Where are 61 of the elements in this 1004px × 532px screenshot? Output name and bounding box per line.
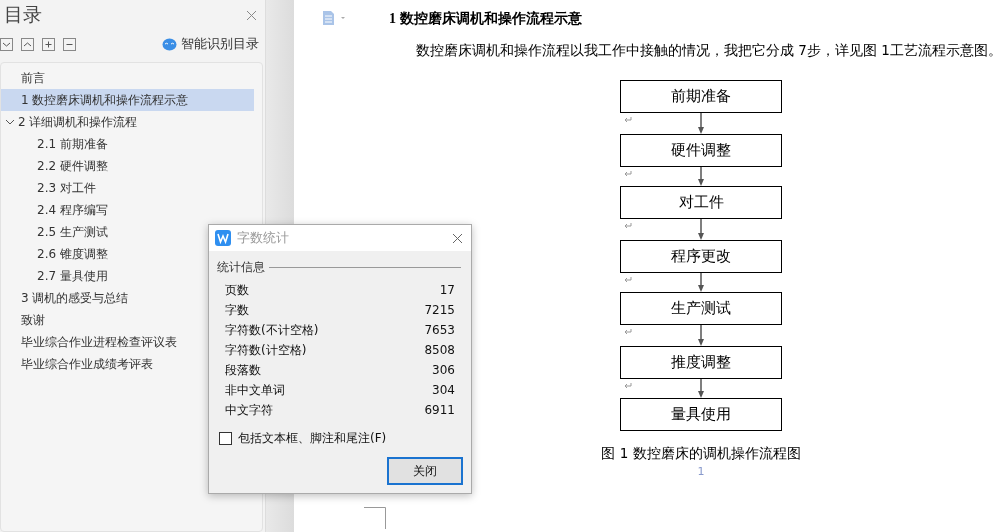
panel-title: 目录 (4, 2, 42, 27)
section-heading: 1 数控磨床调机和操作流程示意 (389, 10, 582, 28)
stat-value: 8508 (424, 343, 455, 357)
stat-label: 字数 (225, 301, 249, 319)
smart-outline-button[interactable]: 智能识别目录 (162, 35, 259, 53)
outline-item[interactable]: 2.4 程序编写 (1, 199, 254, 221)
close-icon[interactable] (246, 9, 257, 21)
checkbox-label: 包括文本框、脚注和尾注(F) (238, 430, 387, 447)
body-paragraph: 数控磨床调机和操作流程以我工作中接触的情况，我把它分成 7步，详见图 1工艺流程示意图。 (416, 42, 1002, 60)
stat-value: 7215 (424, 303, 455, 317)
flow-step: 生产测试 (620, 292, 782, 325)
flow-step: 硬件调整 (620, 134, 782, 167)
arrow-icon (697, 113, 705, 134)
close-icon[interactable] (452, 232, 463, 244)
minus-icon[interactable] (63, 37, 76, 51)
stat-value: 17 (439, 283, 455, 297)
stat-value: 304 (432, 383, 455, 397)
paragraph-mark-icon (624, 171, 632, 177)
section-label: 统计信息 (217, 259, 265, 276)
paragraph-mark-icon (624, 277, 632, 283)
app-logo-icon (215, 230, 231, 246)
collapse-icon[interactable] (0, 37, 13, 51)
stat-label: 字符数(不计空格) (225, 321, 319, 339)
outline-item[interactable]: 2.2 硬件调整 (1, 155, 254, 177)
chevron-icon[interactable] (5, 117, 15, 127)
stat-label: 中文字符 (225, 401, 273, 419)
flow-step: 前期准备 (620, 80, 782, 113)
stat-label: 页数 (225, 281, 249, 299)
paragraph-mark-icon (624, 329, 632, 335)
dialog-title: 字数统计 (237, 229, 290, 247)
arrow-icon (697, 167, 705, 186)
arrow-icon (697, 273, 705, 292)
flow-step: 程序更改 (620, 240, 782, 273)
paragraph-mark-icon (624, 223, 632, 229)
figure-caption: 图 1 数控磨床的调机操作流程图 (601, 445, 801, 463)
stat-label: 非中文单词 (225, 381, 285, 399)
checkbox[interactable] (219, 432, 232, 445)
paragraph-mark-icon (624, 383, 632, 389)
page-number: 1 (697, 465, 705, 478)
stat-value: 306 (432, 363, 455, 377)
outline-item[interactable]: 前言 (1, 67, 254, 89)
outline-item[interactable]: 2.1 前期准备 (1, 133, 254, 155)
flow-step: 推度调整 (620, 346, 782, 379)
outline-item[interactable]: 2.3 对工件 (1, 177, 254, 199)
stat-label: 段落数 (225, 361, 261, 379)
paragraph-mark-icon (624, 117, 632, 123)
flow-step: 对工件 (620, 186, 782, 219)
expand-icon[interactable] (21, 37, 34, 51)
outline-item[interactable]: 1 数控磨床调机和操作流程示意 (1, 89, 254, 111)
crop-mark-icon (364, 507, 386, 529)
flow-step: 量具使用 (620, 398, 782, 431)
stat-label: 字符数(计空格) (225, 341, 307, 359)
stat-value: 6911 (424, 403, 455, 417)
arrow-icon (697, 379, 705, 398)
plus-icon[interactable] (42, 37, 55, 51)
cloud-face-icon (162, 37, 177, 51)
stat-value: 7653 (424, 323, 455, 337)
outline-item[interactable]: 2 详细调机和操作流程 (1, 111, 254, 133)
close-button[interactable]: 关闭 (387, 457, 463, 485)
arrow-icon (697, 325, 705, 346)
arrow-icon (697, 219, 705, 240)
